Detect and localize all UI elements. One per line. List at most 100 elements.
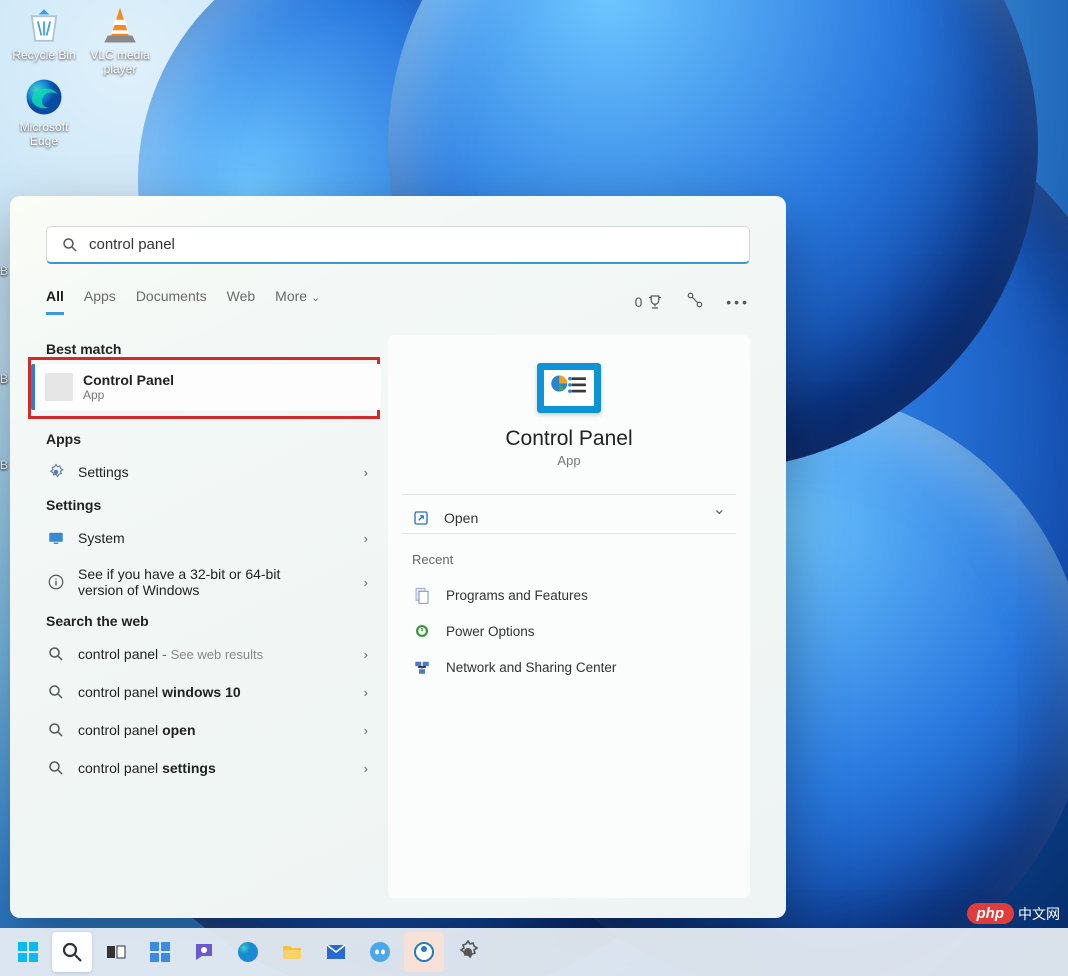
microsoft-edge-icon[interactable]: Microsoft Edge xyxy=(6,76,82,148)
recent-network-sharing[interactable]: Network and Sharing Center xyxy=(406,649,732,685)
filter-tab-all[interactable]: All xyxy=(46,288,64,315)
settings-result-bit-version[interactable]: See if you have a 32-bit or 64-bit versi… xyxy=(46,557,368,607)
recycle-bin-glyph xyxy=(23,4,65,46)
result-label: control panel windows 10 xyxy=(78,684,241,700)
divider xyxy=(402,533,736,534)
watermark-pill: php xyxy=(967,903,1015,924)
taskbar xyxy=(0,928,1068,976)
flow-icon[interactable] xyxy=(686,291,704,312)
widgets-button[interactable] xyxy=(140,932,180,972)
start-search-panel: All Apps Documents Web More ⌄ 0 ••• Best… xyxy=(10,196,786,918)
best-match-title: Control Panel xyxy=(83,372,174,388)
settings-button[interactable] xyxy=(448,932,488,972)
rewards-counter[interactable]: 0 xyxy=(635,293,665,311)
result-label: control panel settings xyxy=(78,760,216,776)
watermark-text: 中文网 xyxy=(1018,904,1060,924)
chevron-right-icon: › xyxy=(364,575,368,590)
settings-result-system[interactable]: System › xyxy=(46,519,368,557)
search-icon xyxy=(46,758,66,778)
chevron-right-icon: › xyxy=(364,647,368,662)
gear-icon xyxy=(46,462,66,482)
apps-result-settings[interactable]: Settings › xyxy=(46,453,368,491)
web-result-2[interactable]: control panel open › xyxy=(46,711,368,749)
desktop-icon-label: Recycle Bin xyxy=(12,48,75,62)
search-icon xyxy=(46,644,66,664)
web-result-3[interactable]: control panel settings › xyxy=(46,749,368,787)
web-result-1[interactable]: control panel windows 10 › xyxy=(46,673,368,711)
chevron-down-icon: ⌄ xyxy=(713,499,726,519)
desktop-icon-column-1: Recycle Bin Microsoft Edge xyxy=(6,4,82,162)
discord-button[interactable] xyxy=(360,932,400,972)
apps-header: Apps xyxy=(46,431,368,447)
search-button[interactable] xyxy=(52,932,92,972)
more-options-icon[interactable]: ••• xyxy=(726,294,750,310)
watermark-badge: php 中文网 xyxy=(967,903,1061,924)
desktop-icon-label: VLC media player xyxy=(82,48,158,76)
preview-title: Control Panel xyxy=(505,427,632,451)
result-label: See if you have a 32-bit or 64-bit versi… xyxy=(78,566,298,598)
filter-tab-more-label: More xyxy=(275,288,307,304)
task-view-button[interactable] xyxy=(96,932,136,972)
filter-tab-documents[interactable]: Documents xyxy=(136,288,207,315)
preview-recent-header: Recent xyxy=(412,552,726,567)
chevron-right-icon: › xyxy=(364,761,368,776)
search-icon xyxy=(61,236,79,254)
chevron-right-icon: › xyxy=(364,723,368,738)
chat-button[interactable] xyxy=(184,932,224,972)
search-box[interactable] xyxy=(46,226,750,264)
display-icon xyxy=(46,528,66,548)
result-label: System xyxy=(78,530,125,546)
desktop-clipped-text: B xyxy=(0,264,8,278)
file-explorer-button[interactable] xyxy=(272,932,312,972)
settings-header: Settings xyxy=(46,497,368,513)
web-result-0[interactable]: control panel - See web results › xyxy=(46,635,368,673)
mail-button[interactable] xyxy=(316,932,356,972)
edge-glyph xyxy=(23,76,65,118)
recent-label: Programs and Features xyxy=(446,588,588,603)
preview-expand-button[interactable]: ⌄ xyxy=(406,499,732,519)
search-filter-tabs: All Apps Documents Web More ⌄ xyxy=(46,288,320,315)
network-icon xyxy=(412,657,432,677)
control-panel-icon xyxy=(45,373,73,401)
best-match-subtitle: App xyxy=(83,388,174,402)
vlc-glyph xyxy=(99,4,141,46)
search-web-header: Search the web xyxy=(46,613,368,629)
edge-button[interactable] xyxy=(228,932,268,972)
chevron-right-icon: › xyxy=(364,465,368,480)
start-button[interactable] xyxy=(8,932,48,972)
power-icon xyxy=(412,621,432,641)
chevron-down-icon: ⌄ xyxy=(311,292,320,304)
annotation-highlight: Control Panel App xyxy=(28,357,380,419)
result-label: control panel - See web results xyxy=(78,646,263,662)
search-icon xyxy=(46,682,66,702)
recent-label: Power Options xyxy=(446,624,535,639)
preview-app-icon xyxy=(537,363,601,413)
chevron-right-icon: › xyxy=(364,531,368,546)
filter-tab-apps[interactable]: Apps xyxy=(84,288,116,315)
running-app-button[interactable] xyxy=(404,932,444,972)
search-icon xyxy=(46,720,66,740)
filter-tab-web[interactable]: Web xyxy=(227,288,256,315)
chevron-right-icon: › xyxy=(364,685,368,700)
search-preview-pane: Control Panel App Open ⌄ Recent Programs… xyxy=(388,335,750,898)
desktop-icon-column-2: VLC media player xyxy=(82,4,158,90)
preview-subtitle: App xyxy=(557,453,580,468)
recent-programs-and-features[interactable]: Programs and Features xyxy=(406,577,732,613)
desktop-clipped-text: B xyxy=(0,458,8,472)
result-label: Settings xyxy=(78,464,129,480)
recycle-bin-icon[interactable]: Recycle Bin xyxy=(6,4,82,62)
recent-power-options[interactable]: Power Options xyxy=(406,613,732,649)
rewards-count-value: 0 xyxy=(635,294,643,310)
vlc-icon[interactable]: VLC media player xyxy=(82,4,158,76)
filter-tab-more[interactable]: More ⌄ xyxy=(275,288,320,315)
search-input[interactable] xyxy=(89,236,735,253)
desktop-icon-label: Microsoft Edge xyxy=(6,120,82,148)
search-filter-bar: All Apps Documents Web More ⌄ 0 ••• xyxy=(10,274,786,315)
programs-icon xyxy=(412,585,432,605)
best-match-result[interactable]: Control Panel App xyxy=(31,364,381,410)
info-icon xyxy=(46,572,66,592)
result-label: control panel open xyxy=(78,722,196,738)
search-results-column: Best match Control Panel App Apps Settin… xyxy=(46,335,368,898)
recent-label: Network and Sharing Center xyxy=(446,660,616,675)
best-match-header: Best match xyxy=(46,341,368,357)
